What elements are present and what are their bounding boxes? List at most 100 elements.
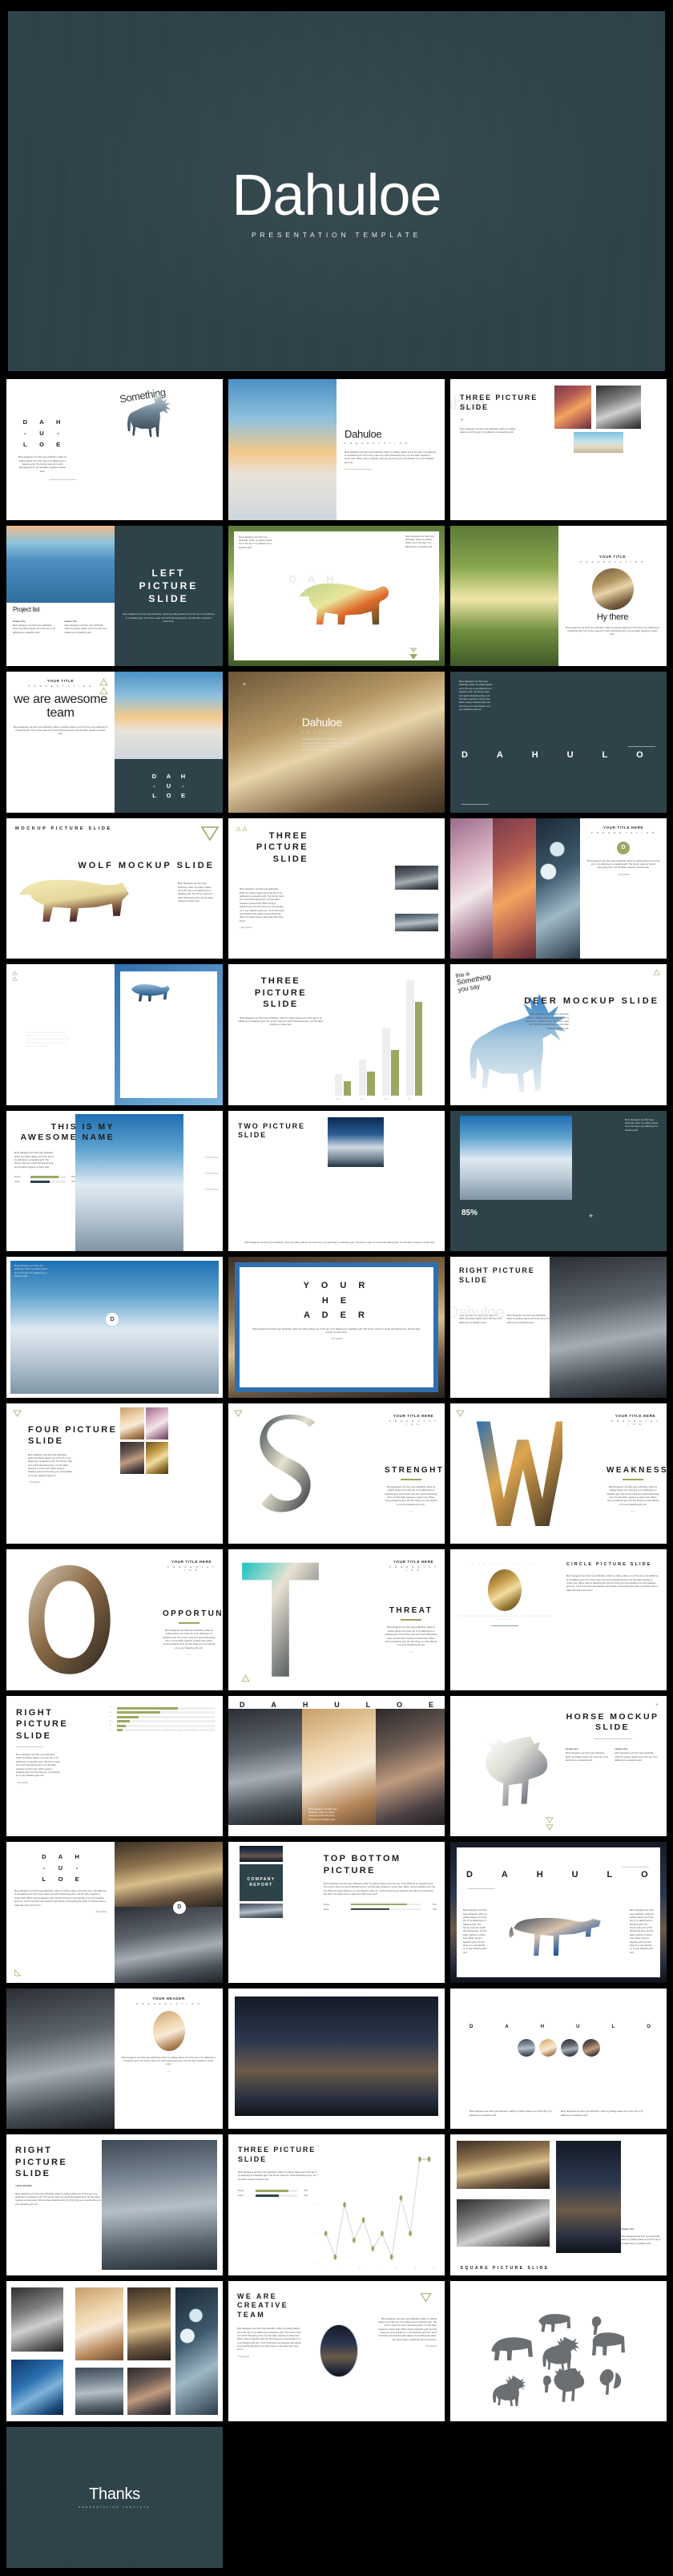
column-header: Header One xyxy=(615,1747,628,1751)
slide-horse-mockup[interactable]: this is Something you say + HORSE MOCKUP… xyxy=(450,1695,667,1836)
slide-deer-mockup[interactable]: this is Something you say DEER MOCKUP SL… xyxy=(450,964,667,1105)
letter-w-photo-mask xyxy=(476,1421,563,1526)
slide-three-picture-dark[interactable]: THREE PICTURE SLIDE Most designers set t… xyxy=(6,964,223,1105)
slide-snow-bridge-intro[interactable]: Dahuloe P R E S E N T A T I O N Most des… xyxy=(228,379,445,520)
body-text: Most designers set their type arbitraril… xyxy=(238,1016,324,1027)
brand-letters-row: D A H U L O E xyxy=(469,2025,651,2030)
slide-left-picture[interactable]: Project list Header One Most designers s… xyxy=(6,525,223,666)
body-text: Most designers set their type arbitraril… xyxy=(301,738,358,752)
slide-line-chart[interactable]: THREE PICTURE SLIDE Most designers set t… xyxy=(228,2134,445,2275)
fox-silhouette-icon xyxy=(131,984,170,1002)
slide-dahuloe-panther[interactable]: D A H U L O E Most designers set their t… xyxy=(450,1842,667,1983)
slide-wolf-mockup[interactable]: MOCKUP PICTURE SLIDE WOLF MOCKUP SLIDE M… xyxy=(6,818,223,959)
body-text: Most designers set their type arbitraril… xyxy=(458,1615,550,1621)
photo-beach xyxy=(574,432,624,453)
company-report-block: COMPANY REPORT xyxy=(240,1864,283,1901)
slide-title: SQUARE PICTURE SLIDE xyxy=(460,2265,550,2271)
slide-right-picture[interactable]: RIGHT PICTURE SLIDE Dahuloe Most designe… xyxy=(450,1257,667,1398)
slide-d-mountain[interactable]: D Most designers set their type arbitrar… xyxy=(6,1257,223,1398)
x-tick-label: 2015 xyxy=(360,1098,364,1100)
photo-city-rails xyxy=(550,1257,667,1398)
slide-title-letters-deer[interactable]: D A H - U - L O E Most designers set the… xyxy=(6,379,223,520)
slide-creative-team[interactable]: WE ARE CREATIVE TEAM Most designers set … xyxy=(228,2280,445,2421)
slide-title: RIGHT PICTURE SLIDE xyxy=(16,1707,69,1741)
body-text: Most designers set their type arbitraril… xyxy=(252,1327,421,1334)
bar-label: #3 xyxy=(109,1716,111,1718)
slide-letters-city[interactable]: D A H - U - L O E Most designers set the… xyxy=(6,1842,223,1983)
body-text: Most designers set their type arbitraril… xyxy=(178,882,214,903)
slide-dahuloe-forest[interactable]: Dahuloe P R E S E N T A T I O N Most des… xyxy=(228,672,445,813)
x-tick-label: 11 xyxy=(413,2267,416,2269)
slide-title: THIS IS MY AWESOME NAME xyxy=(20,1121,115,1143)
slide-awesome-team[interactable]: YOUR TITLE P R E S E N T A T I O N we ar… xyxy=(6,672,223,813)
divider xyxy=(48,479,76,481)
slide-right-picture-bars[interactable]: RIGHT PICTURE SLIDE Most designers set t… xyxy=(6,1695,223,1836)
bar-label: Guitar xyxy=(14,1181,20,1184)
slide-title: THREAT xyxy=(389,1606,433,1616)
plus-icon: + xyxy=(243,682,247,688)
quote-attribution: - The Quotes xyxy=(28,1481,41,1484)
circle-photo xyxy=(582,2038,600,2057)
body-text: Most designers set their type arbitraril… xyxy=(123,613,215,624)
bar-value: 55% xyxy=(71,1181,75,1184)
slide-dahuloe-spread[interactable]: Most designers set their type arbitraril… xyxy=(450,672,667,813)
slide-bear-mockup[interactable]: Most designers set their type arbitraril… xyxy=(228,525,445,666)
bar-value: 80% xyxy=(304,2189,308,2192)
slide-title: FOUR PICTURE SLIDE xyxy=(28,1424,118,1447)
slide-three-picture[interactable]: ahulo THREE PICTURE SLIDE + Most designe… xyxy=(450,379,667,520)
slide-dahuloe-people[interactable]: D A H U L O E Most designers set their t… xyxy=(228,1695,445,1836)
x-tick-label: 6 xyxy=(193,1734,195,1736)
line-chart: 16 12 8 4 0 1 3 5 7 9 11 12 xyxy=(316,2146,435,2269)
slide-title: STRENGHT xyxy=(385,1465,445,1475)
triangle-up-outline-icon xyxy=(12,971,18,975)
photo-people-2 xyxy=(146,1407,169,1439)
hero-title: Dahuloe xyxy=(232,164,441,228)
eyebrow-title: YOUR TITLE xyxy=(598,554,627,559)
slide-dahuloe-circles[interactable]: D A H U L O E Most designers set their t… xyxy=(450,1988,667,2129)
bird2-icon xyxy=(542,2375,551,2392)
body-text: Most designers set their type arbitraril… xyxy=(237,2328,301,2352)
bar-label: Guitar xyxy=(238,2194,244,2197)
deer-image-area: Something xyxy=(115,379,223,520)
slide-hy-there[interactable]: YOUR TITLE P R E S E N T A T I O N Hy th… xyxy=(450,525,667,666)
slide-thanks[interactable]: Thanks PRESENTATION TEMPLATE xyxy=(6,2427,223,2568)
deer-icon xyxy=(542,2336,579,2372)
slide-percent[interactable]: 85% + Most designers set their type arbi… xyxy=(450,1110,667,1251)
body-text: Most designers set their type arbitraril… xyxy=(26,1031,71,1048)
body-text: Most designers set their type arbitraril… xyxy=(405,535,434,548)
slide-d-collage[interactable]: YOUR TITLE HERE P R E S E N T A T I O N … xyxy=(450,818,667,959)
slide-right-picture-walker[interactable]: RIGHT PICTURE SLIDE YOUR HEADER Most des… xyxy=(6,2134,223,2275)
slide-square-picture[interactable]: SQUARE PICTURE SLIDE Header One Most des… xyxy=(450,2134,667,2275)
quote-attribution: - The Quotes xyxy=(424,2345,437,2348)
slide-swot-threat[interactable]: YOUR TITLE HERE P R E S E N T A T I O N … xyxy=(228,1549,445,1690)
slide-framed-header[interactable]: Y O U R H E A D E R Most designers set t… xyxy=(228,1257,445,1398)
slide-swot-opportunity[interactable]: YOUR TITLE HERE P R E S E N T A T I O N … xyxy=(6,1549,223,1690)
slide-three-picture-2[interactable]: THREE PICTURE SLIDE Most designers set t… xyxy=(228,818,445,959)
eyebrow-subtitle: P R E S E N T A T I O N xyxy=(28,684,93,688)
quote-attribution: - The Quotes xyxy=(330,1338,343,1341)
slide-bar-chart[interactable]: THREE PICTURE SLIDE Most designers set t… xyxy=(228,964,445,1105)
triangle-down-outline-icon xyxy=(546,1817,554,1823)
slide-title: CIRCLE PICTURE SLIDE xyxy=(566,1562,652,1567)
slide-circle-picture[interactable]: YOUR TITLE P R E S E N T A T I O N Most … xyxy=(450,1549,667,1690)
slide-animal-icons[interactable] xyxy=(450,2280,667,2421)
slide-two-picture[interactable]: TWO PICTURE SLIDE Most designers set the… xyxy=(228,1110,445,1251)
triangle-down-outline-icon xyxy=(234,1410,243,1417)
hero-banner: Dahuloe PRESENTATION TEMPLATE xyxy=(0,0,673,379)
slide-top-bottom-picture[interactable]: COMPANY REPORT TOP BOTTOM PICTURE Most d… xyxy=(228,1842,445,1983)
slide-oval-header[interactable]: YOUR HEADER P R E S E N T A T I O N Most… xyxy=(6,1988,223,2129)
hero-content: Dahuloe PRESENTATION TEMPLATE xyxy=(8,164,665,239)
slide-mosaic[interactable] xyxy=(6,2280,223,2421)
slide-four-picture[interactable]: FOUR PICTURE SLIDE Most designers set th… xyxy=(6,1403,223,1544)
slide-awesome-name[interactable]: THIS IS MY AWESOME NAME Most designers s… xyxy=(6,1110,223,1251)
bear-silhouette-icon xyxy=(299,583,389,624)
eyebrow-subtitle: P R E S E N T A T I O N xyxy=(167,1565,216,1572)
eyebrow-subtitle: P R E S E N T A T I O N xyxy=(389,1565,437,1572)
body-text: Most designers set their type arbitraril… xyxy=(28,1453,72,1477)
slide-swot-strength[interactable]: YOUR TITLE HERE P R E S E N T A T I O N … xyxy=(228,1403,445,1544)
body-text: Most designers set their type arbitraril… xyxy=(15,2192,102,2206)
slide-city-wide[interactable] xyxy=(228,1988,445,2129)
eyebrow-title: YOUR TITLE HERE xyxy=(393,1560,434,1564)
slide-title: Y O U R xyxy=(303,1281,370,1290)
slide-swot-weakness[interactable]: YOUR TITLE HERE P R E S E N T A T I O N … xyxy=(450,1403,667,1544)
